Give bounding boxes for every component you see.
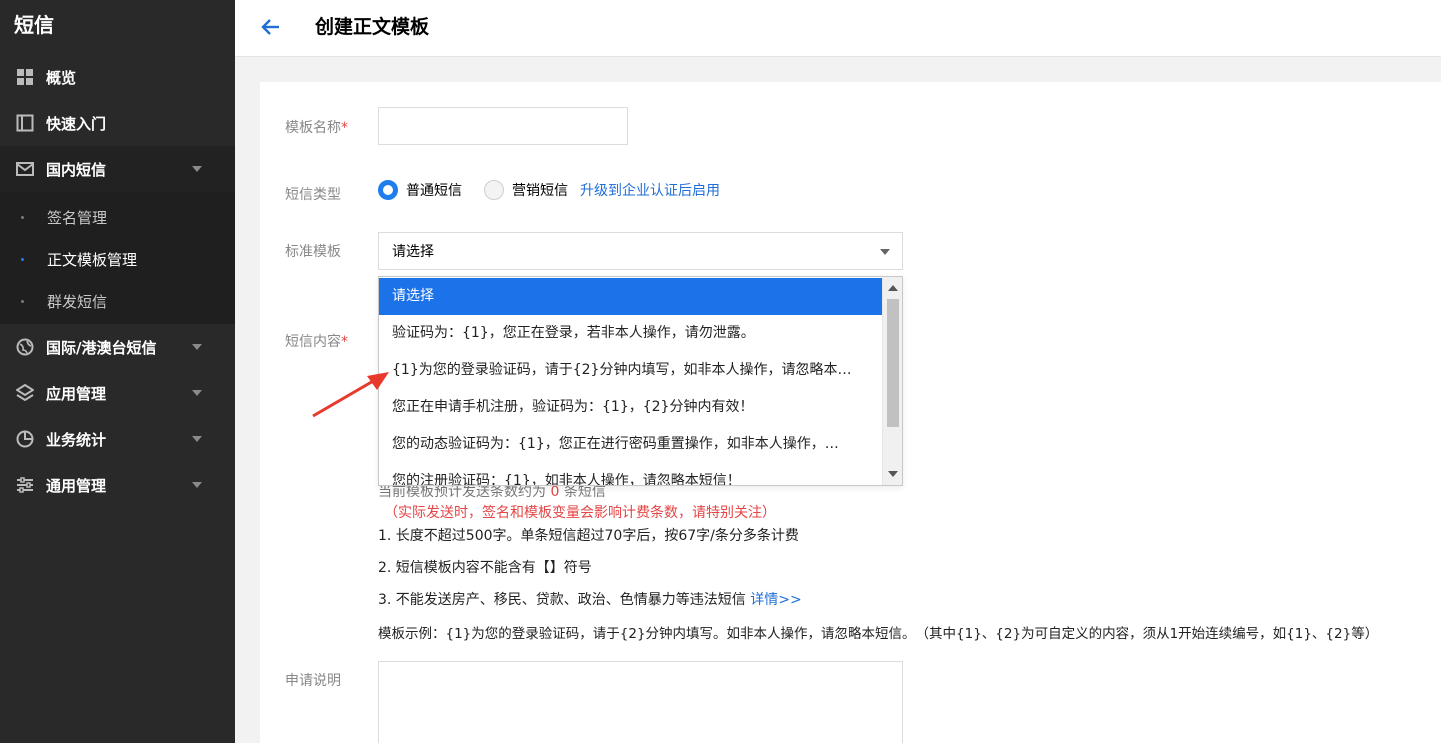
sms-count-prefix: 当前模板预计发送条数约为: [378, 484, 546, 500]
sms-type-radio-group: 普通短信 营销短信 升级到企业认证后启用: [378, 180, 720, 200]
sidebar-brand: 短信: [0, 0, 235, 54]
sidebar-item-label: 正文模板管理: [47, 250, 138, 269]
dropdown-option[interactable]: 请选择: [379, 278, 882, 315]
sidebar-item-signature[interactable]: 签名管理: [0, 196, 235, 238]
pie-chart-icon: [14, 428, 36, 450]
dropdown-option[interactable]: 您的动态验证码为：{1}，您正在进行密码重置操作，如非本人操作，…: [379, 426, 882, 463]
page-title: 创建正文模板: [315, 16, 430, 38]
dropdown-option[interactable]: 您的注册验证码：{1}，如非本人操作，请忽略本短信！: [379, 463, 882, 485]
sidebar-item-label: 快速入门: [46, 114, 107, 133]
grid-icon: [14, 66, 36, 88]
standard-template-dropdown: 请选择 验证码为：{1}，您正在登录，若非本人操作，请勿泄露。 {1}为您的登录…: [378, 276, 903, 486]
layers-icon: [14, 382, 36, 404]
sidebar-item-label: 国际/港澳台短信: [46, 338, 157, 357]
page-header: 创建正文模板: [235, 0, 1441, 57]
details-link[interactable]: 详情>>: [750, 592, 801, 608]
sidebar-item-quickstart[interactable]: 快速入门: [0, 100, 235, 146]
scrollbar-thumb[interactable]: [887, 299, 899, 427]
standard-template-label: 标准模板: [285, 244, 341, 260]
dropdown-option[interactable]: 验证码为：{1}，您正在登录，若非本人操作，请勿泄露。: [379, 315, 882, 352]
sidebar: 短信 概览 快速入门 国内短信 签名管理 正文模板管理 群发短信 国际/港澳台短…: [0, 0, 235, 743]
dropdown-scrollbar[interactable]: [882, 277, 902, 485]
chevron-down-icon: [192, 166, 202, 172]
bullet-icon: [21, 258, 24, 261]
radio-normal-sms-label[interactable]: 普通短信: [406, 180, 462, 200]
dropdown-option[interactable]: {1}为您的登录验证码，请于{2}分钟内填写，如非本人操作，请忽略本…: [379, 352, 882, 389]
sidebar-item-templates[interactable]: 正文模板管理: [0, 238, 235, 280]
standard-template-select[interactable]: 请选择: [378, 232, 903, 270]
rule-illegal-content-text: 3. 不能发送房产、移民、贷款、政治、色情暴力等违法短信: [378, 592, 746, 608]
sms-count-suffix: 条短信: [563, 484, 606, 500]
standard-template-value: 请选择: [392, 244, 434, 260]
template-name-label-text: 模板名称: [285, 120, 341, 136]
upgrade-link[interactable]: 升级到企业认证后启用: [580, 180, 720, 200]
rule-illegal-content: 3. 不能发送房产、移民、贷款、政治、色情暴力等违法短信 详情>>: [378, 589, 802, 609]
apply-description-textarea[interactable]: [378, 661, 903, 743]
sidebar-item-label: 应用管理: [46, 384, 107, 403]
sidebar-item-label: 群发短信: [47, 292, 108, 311]
sms-content-label: 短信内容*: [285, 331, 348, 351]
sidebar-item-label: 通用管理: [46, 476, 107, 495]
sms-type-label: 短信类型: [285, 187, 341, 203]
scroll-down-icon[interactable]: [888, 471, 898, 477]
scroll-up-icon[interactable]: [888, 285, 898, 291]
required-mark: *: [341, 334, 348, 350]
sidebar-item-general-management[interactable]: 通用管理: [0, 462, 235, 508]
sidebar-item-bulk-sms[interactable]: 群发短信: [0, 280, 235, 322]
template-example: 模板示例：{1}为您的登录验证码，请于{2}分钟内填写。如非本人操作，请忽略本短…: [378, 626, 1379, 642]
sidebar-item-app-management[interactable]: 应用管理: [0, 370, 235, 416]
mail-icon: [14, 158, 36, 180]
dropdown-option[interactable]: 您正在申请手机注册，验证码为：{1}，{2}分钟内有效！: [379, 389, 882, 426]
dropdown-list: 请选择 验证码为：{1}，您正在登录，若非本人操作，请勿泄露。 {1}为您的登录…: [379, 277, 882, 485]
template-name-input[interactable]: [378, 107, 628, 145]
globe-icon: [14, 336, 36, 358]
chevron-down-icon: [192, 482, 202, 488]
chevron-down-icon: [192, 344, 202, 350]
billing-warning: （实际发送时，签名和模板变量会影响计费条数，请特别关注）: [384, 505, 776, 521]
sidebar-item-international-sms[interactable]: 国际/港澳台短信: [0, 324, 235, 370]
sidebar-item-label: 国内短信: [46, 160, 107, 179]
sidebar-item-overview[interactable]: 概览: [0, 54, 235, 100]
sidebar-item-label: 签名管理: [47, 208, 108, 227]
radio-normal-sms[interactable]: [378, 180, 398, 200]
bullet-icon: [21, 216, 24, 219]
sliders-icon: [14, 474, 36, 496]
template-name-label: 模板名称*: [285, 117, 348, 137]
back-button[interactable]: [257, 14, 283, 40]
radio-marketing-sms-label[interactable]: 营销短信: [512, 180, 568, 200]
required-mark: *: [341, 120, 348, 136]
sidebar-item-statistics[interactable]: 业务统计: [0, 416, 235, 462]
sidebar-item-domestic-sms[interactable]: 国内短信: [0, 146, 235, 192]
sidebar-item-label: 业务统计: [46, 430, 107, 449]
chevron-down-icon: [880, 249, 890, 255]
chevron-down-icon: [192, 436, 202, 442]
arrow-left-icon: [261, 19, 279, 35]
rule-length: 1. 长度不超过500字。单条短信超过70字后，按67字/条分多条计费: [378, 528, 799, 544]
radio-marketing-sms[interactable]: [484, 180, 504, 200]
sms-count-value: 0: [550, 484, 560, 500]
sms-content-label-text: 短信内容: [285, 334, 341, 350]
rule-brackets: 2. 短信模板内容不能含有【】符号: [378, 560, 592, 576]
apply-description-label: 申请说明: [285, 673, 341, 689]
book-icon: [14, 112, 36, 134]
chevron-down-icon: [192, 390, 202, 396]
sidebar-subgroup: 签名管理 正文模板管理 群发短信: [0, 192, 235, 324]
annotation-arrow-icon: [312, 372, 389, 418]
sidebar-item-label: 概览: [46, 68, 77, 87]
bullet-icon: [21, 300, 24, 303]
